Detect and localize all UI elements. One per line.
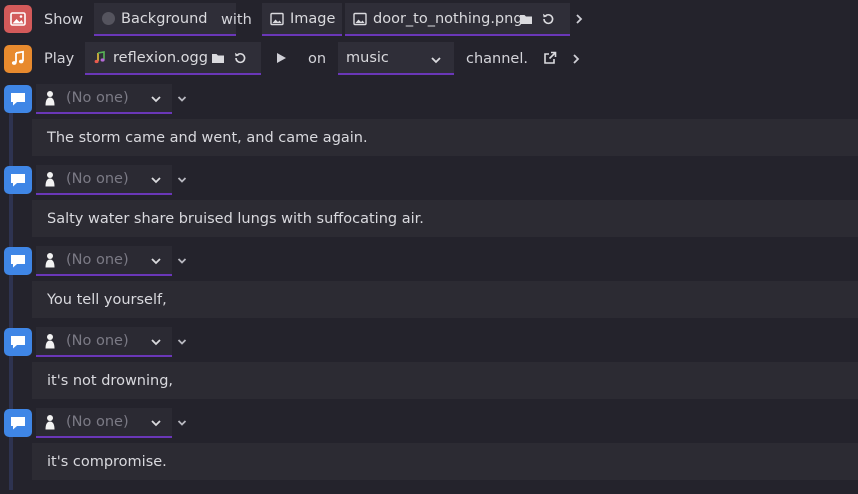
chevron-down-icon[interactable] xyxy=(150,417,162,429)
speech-bubble-icon[interactable] xyxy=(4,247,32,275)
character-selector[interactable]: (No one) xyxy=(36,246,172,276)
dialog-text-box[interactable]: it's not drowning, xyxy=(32,362,858,399)
reset-icon[interactable] xyxy=(233,51,247,65)
expand-options-icon[interactable] xyxy=(176,93,188,105)
reset-icon[interactable] xyxy=(541,12,555,26)
event-timeline-bar xyxy=(9,111,13,166)
channel-value: music xyxy=(346,49,389,66)
dialog-text: The storm came and went, and came again. xyxy=(47,129,368,146)
resource-type-selector[interactable]: Image xyxy=(262,3,342,36)
on-label: on xyxy=(308,51,327,67)
play-icon[interactable] xyxy=(275,52,287,64)
dialog-text: it's compromise. xyxy=(47,453,167,470)
layer-dot-icon xyxy=(102,12,115,25)
chevron-down-icon[interactable] xyxy=(430,54,442,66)
dialog-text-box[interactable]: You tell yourself, xyxy=(32,281,858,318)
expand-options-icon[interactable] xyxy=(176,255,188,267)
dialog-text-box[interactable]: Salty water share bruised lungs with suf… xyxy=(32,200,858,237)
dialog-text: Salty water share bruised lungs with suf… xyxy=(47,210,424,227)
dialog-text: it's not drowning, xyxy=(47,372,174,389)
image-icon[interactable] xyxy=(4,5,32,33)
folder-icon[interactable] xyxy=(519,12,533,26)
image-file-picker[interactable]: door_to_nothing.png xyxy=(345,3,570,36)
person-icon xyxy=(45,253,55,268)
image-file-icon xyxy=(353,12,367,26)
character-name: (No one) xyxy=(66,90,129,106)
type-label: Image xyxy=(290,10,336,27)
speech-bubble-icon[interactable] xyxy=(4,328,32,356)
character-selector[interactable]: (No one) xyxy=(36,165,172,195)
speech-bubble-icon[interactable] xyxy=(4,166,32,194)
expand-options-icon[interactable] xyxy=(176,417,188,429)
image-type-icon xyxy=(270,12,284,26)
character-selector[interactable]: (No one) xyxy=(36,84,172,114)
chevron-down-icon[interactable] xyxy=(150,174,162,186)
speech-bubble-icon[interactable] xyxy=(4,409,32,437)
event-timeline-bar xyxy=(9,435,13,490)
folder-icon[interactable] xyxy=(211,51,225,65)
character-name: (No one) xyxy=(66,414,129,430)
character-name: (No one) xyxy=(66,333,129,349)
background-target-selector[interactable]: Background xyxy=(94,3,236,36)
audio-file-icon xyxy=(93,50,107,65)
play-label: Play xyxy=(44,51,75,67)
person-icon xyxy=(45,172,55,187)
chevron-right-icon[interactable] xyxy=(573,13,585,25)
event-timeline-bar xyxy=(9,354,13,409)
show-label: Show xyxy=(44,12,84,28)
character-selector[interactable]: (No one) xyxy=(36,327,172,357)
expand-options-icon[interactable] xyxy=(176,336,188,348)
expand-options-icon[interactable] xyxy=(176,174,188,186)
event-timeline-bar xyxy=(9,192,13,247)
dialog-text-box[interactable]: The storm came and went, and came again. xyxy=(32,119,858,156)
chevron-right-icon[interactable] xyxy=(570,53,582,65)
event-timeline-bar xyxy=(9,273,13,328)
speech-bubble-icon[interactable] xyxy=(4,85,32,113)
chevron-down-icon[interactable] xyxy=(150,336,162,348)
dialog-text: You tell yourself, xyxy=(47,291,167,308)
dialog-text-box[interactable]: it's compromise. xyxy=(32,443,858,480)
with-label: with xyxy=(221,12,252,28)
person-icon xyxy=(45,334,55,349)
person-icon xyxy=(45,91,55,106)
image-file-name: door_to_nothing.png xyxy=(373,10,523,27)
channel-suffix-label: channel. xyxy=(466,51,528,67)
person-icon xyxy=(45,415,55,430)
chevron-down-icon[interactable] xyxy=(150,255,162,267)
target-label: Background xyxy=(121,10,208,27)
chevron-down-icon[interactable] xyxy=(150,93,162,105)
character-selector[interactable]: (No one) xyxy=(36,408,172,438)
audio-file-name: reflexion.ogg xyxy=(113,49,208,66)
character-name: (No one) xyxy=(66,171,129,187)
music-note-icon[interactable] xyxy=(4,45,32,73)
character-name: (No one) xyxy=(66,252,129,268)
external-link-icon[interactable] xyxy=(543,51,557,65)
